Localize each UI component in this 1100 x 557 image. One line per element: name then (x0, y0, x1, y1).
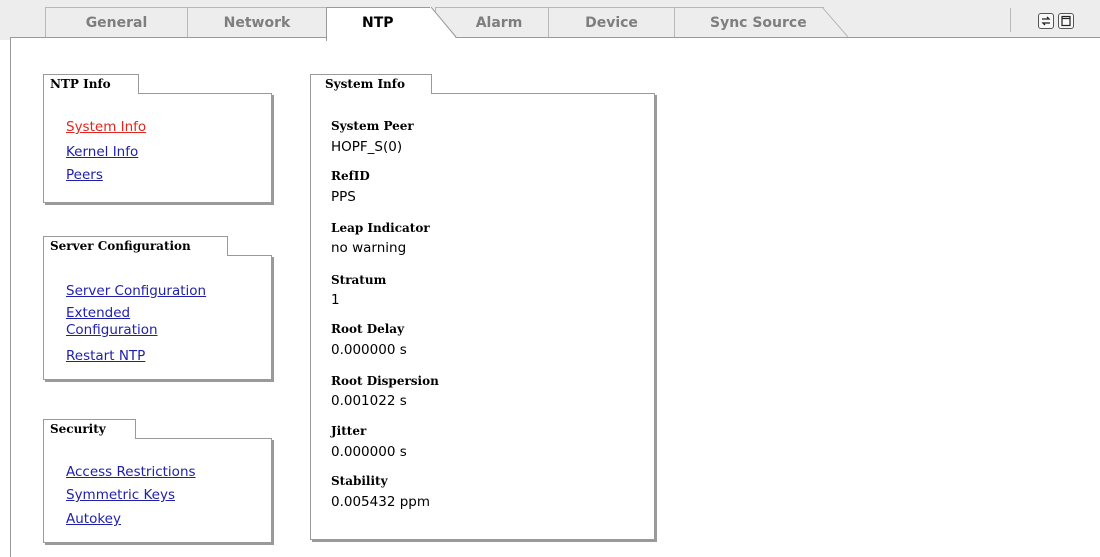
toolbar-icons (1010, 8, 1100, 32)
tab-bar: General Network NTP Alarm Device Sync So… (0, 0, 1100, 41)
panel-system-info-title: System Info (310, 74, 432, 94)
value-stratum: 1 (331, 292, 340, 308)
tab-device[interactable]: Device (548, 7, 675, 37)
link-system-info[interactable]: System Info (66, 119, 146, 136)
tab-sync-source[interactable]: Sync Source (674, 7, 824, 37)
panel-ntp-info-box: System Info Kernel Info Peers (43, 93, 272, 203)
window-icon[interactable] (1058, 13, 1074, 29)
link-autokey[interactable]: Autokey (66, 511, 121, 528)
link-peers[interactable]: Peers (66, 167, 103, 184)
link-symmetric-keys[interactable]: Symmetric Keys (66, 487, 175, 504)
label-root-dispersion: Root Dispersion (331, 374, 439, 388)
tab-network[interactable]: Network (187, 7, 327, 37)
label-stability: Stability (331, 474, 388, 488)
link-extended-configuration-line2[interactable]: Configuration (66, 322, 158, 339)
tab-sync-source-slant (822, 7, 849, 38)
label-stratum: Stratum (331, 273, 387, 287)
value-leap-indicator: no warning (331, 240, 407, 256)
tab-general[interactable]: General (45, 7, 188, 37)
refresh-icon[interactable] (1038, 13, 1054, 29)
label-jitter: Jitter (331, 424, 367, 438)
value-system-peer: HOPF_S(0) (331, 139, 403, 155)
panel-server-config-box: Server Configuration Extended Configurat… (43, 255, 272, 380)
panel-server-config-title: Server Configuration (43, 236, 228, 256)
tab-ntp-slant (430, 7, 458, 41)
link-server-configuration[interactable]: Server Configuration (66, 283, 206, 300)
panel-security-box: Access Restrictions Symmetric Keys Autok… (43, 438, 272, 543)
value-root-delay: 0.000000 s (331, 342, 407, 358)
value-root-dispersion: 0.001022 s (331, 393, 407, 409)
label-refid: RefID (331, 169, 370, 183)
value-jitter: 0.000000 s (331, 444, 407, 460)
value-refid: PPS (331, 189, 356, 205)
panel-security-title: Security (43, 419, 136, 439)
link-access-restrictions[interactable]: Access Restrictions (66, 464, 196, 481)
link-extended-configuration[interactable]: Extended (66, 305, 130, 322)
value-stability: 0.005432 ppm (331, 494, 430, 510)
label-system-peer: System Peer (331, 119, 414, 133)
link-restart-ntp[interactable]: Restart NTP (66, 348, 145, 365)
tab-ntp[interactable]: NTP (326, 7, 432, 41)
panel-system-info-box: System Peer HOPF_S(0) RefID PPS Leap Ind… (310, 93, 655, 540)
label-root-delay: Root Delay (331, 322, 405, 336)
label-leap-indicator: Leap Indicator (331, 221, 430, 235)
panel-ntp-info-title: NTP Info (43, 74, 139, 94)
link-kernel-info[interactable]: Kernel Info (66, 144, 138, 161)
